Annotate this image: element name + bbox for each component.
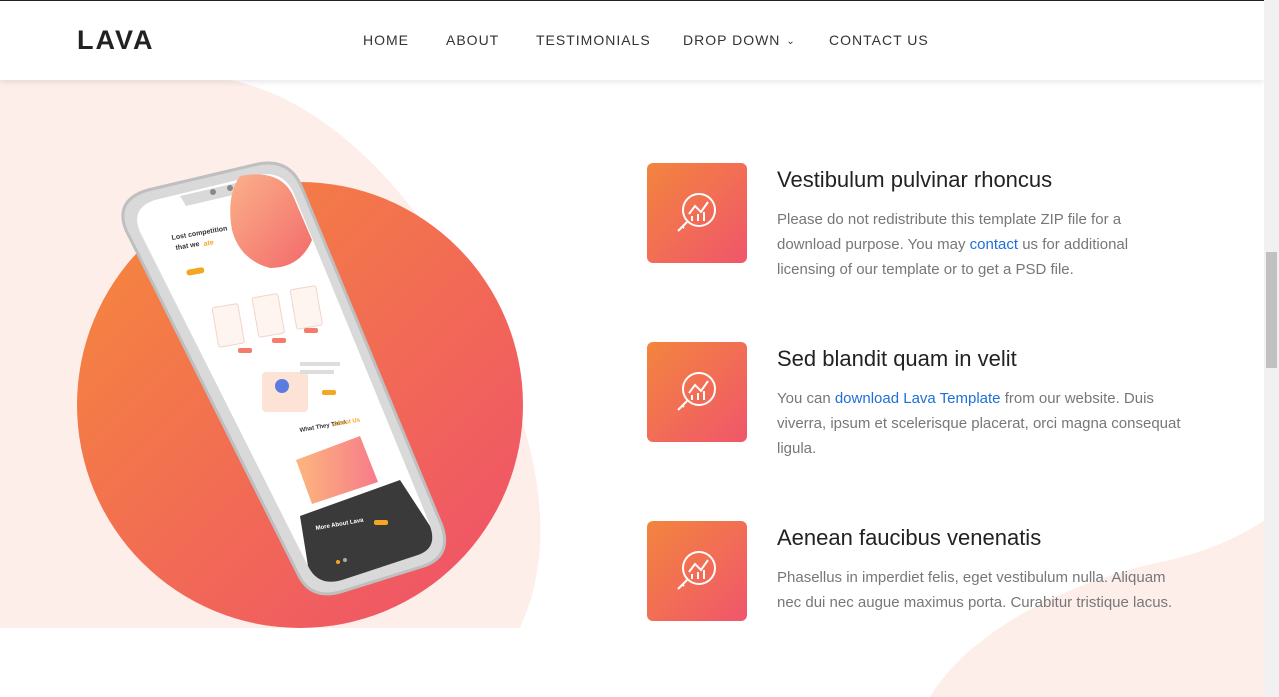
nav-contact-us[interactable]: CONTACT US (829, 32, 929, 48)
nav-about[interactable]: ABOUT (446, 32, 499, 48)
analytics-magnifier-icon (647, 163, 747, 263)
feature-text: Please do not redistribute this template… (777, 211, 1129, 278)
feature-title: Vestibulum pulvinar rhoncus (777, 167, 1053, 192)
feature-title: Aenean faucibus venenatis (777, 525, 1042, 550)
analytics-magnifier-icon (647, 521, 747, 621)
logo[interactable]: LAVA (77, 25, 155, 56)
feature-text: Phasellus in imperdiet felis, eget vesti… (777, 569, 1173, 611)
feature-text: You can download Lava Template from our … (777, 390, 1181, 457)
contact-link[interactable]: contact (970, 236, 1018, 253)
scrollbar-thumb[interactable] (1266, 252, 1277, 368)
feature-title: Sed blandit quam in velit (777, 346, 1017, 371)
download-template-link[interactable]: download Lava Template (835, 390, 1001, 407)
site-header: LAVA HOME ABOUT TESTIMONIALS DROP DOWN ⌄ … (0, 1, 1264, 80)
nav-home[interactable]: HOME (363, 32, 409, 48)
chevron-down-icon: ⌄ (786, 35, 796, 47)
nav-drop-down[interactable]: DROP DOWN ⌄ (683, 32, 796, 48)
nav-testimonials[interactable]: TESTIMONIALS (536, 32, 651, 48)
analytics-magnifier-icon (647, 342, 747, 442)
vertical-scrollbar[interactable] (1264, 0, 1279, 697)
phone-illustration: Lost competition that we ate What They T… (0, 80, 560, 628)
nav-drop-down-label: DROP DOWN (683, 32, 781, 48)
